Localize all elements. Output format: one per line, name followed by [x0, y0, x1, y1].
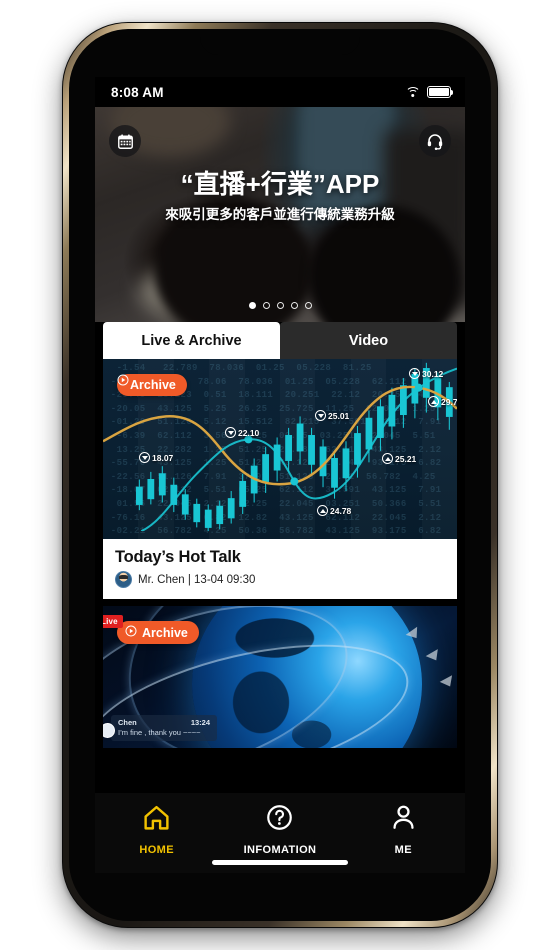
live-badge: Live — [103, 615, 123, 628]
nav-label: INFOMATION — [243, 844, 317, 856]
chart-point-marker — [290, 477, 299, 486]
chat-time: 13:24 — [190, 718, 210, 727]
archive-badge-label: Archive — [130, 378, 176, 392]
marker-up-icon — [382, 453, 393, 464]
nav-item-infomation[interactable]: INFOMATION — [218, 803, 341, 856]
carousel-dots[interactable] — [95, 302, 465, 309]
chart-annotation-label: 25.01 — [328, 410, 350, 421]
tab-label: Live & Archive — [141, 332, 242, 349]
carousel-dot-5[interactable] — [304, 302, 312, 309]
hero-subtitle: 來吸引更多的客戶並進行傳統業務升級 — [165, 207, 395, 223]
marker-down-icon — [225, 427, 236, 438]
chart-annotation: 30.12 — [409, 368, 443, 379]
hero-title: “直播+行業”APP — [180, 169, 380, 199]
chart-annotation: 25.21 — [382, 453, 416, 464]
card-meta-text: Mr. Chen | 13-04 09:30 — [138, 573, 256, 586]
carousel-dot-3[interactable] — [276, 302, 284, 309]
nav-label: ME — [394, 844, 412, 856]
archive-badge-label: Archive — [142, 625, 188, 640]
chat-message: I’m fine , thank you ~~~~ — [118, 728, 201, 737]
status-indicators — [405, 86, 454, 98]
card-meta: Mr. Chen | 13-04 09:30 — [115, 571, 445, 588]
card-footer: Today’s Hot Talk Mr. Chen | 13-04 09:30 — [103, 539, 457, 599]
home-indicator[interactable] — [212, 860, 348, 865]
archive-badge[interactable]: Archive — [117, 621, 199, 644]
calendar-icon[interactable] — [109, 125, 141, 157]
list-item[interactable]: -1.54 22.789 78.036 01.25 05.228 81.25 -… — [103, 359, 457, 599]
chart-annotation-label: 24.78 — [330, 505, 352, 516]
carousel-dot-2[interactable] — [262, 302, 270, 309]
list-item[interactable]: Live Archive Chen 13:24 I’m fine , thank… — [103, 606, 457, 748]
status-time: 8:08 AM — [111, 84, 164, 100]
marker-down-icon — [139, 452, 150, 463]
marker-down-icon — [315, 410, 326, 421]
person-icon — [389, 803, 418, 837]
marker-up-icon — [317, 505, 328, 516]
hero-copy: “直播+行業”APP 來吸引更多的客戶並進行傳統業務升級 — [95, 170, 465, 223]
tab-label: Video — [348, 332, 389, 349]
arrow-particle-icon — [439, 675, 457, 690]
chat-avatar — [103, 723, 115, 738]
headset-icon[interactable] — [419, 125, 451, 157]
carousel-dot-1[interactable] — [248, 302, 256, 309]
chart-annotation-label: 29.79 — [441, 396, 457, 407]
marker-up-icon — [428, 396, 439, 407]
chart-annotation-label: 25.21 — [395, 453, 417, 464]
chart-annotation: 22.10 — [225, 427, 259, 438]
chat-name: Chen — [118, 718, 137, 727]
nav-label: HOME — [139, 844, 174, 856]
stock-chart-thumbnail: -1.54 22.789 78.036 01.25 05.228 81.25 -… — [103, 359, 457, 539]
chart-point-marker — [414, 383, 423, 392]
tab-video[interactable]: Video — [280, 322, 457, 359]
home-icon — [142, 803, 171, 837]
chart-annotation-label: 18.07 — [152, 452, 174, 463]
tab-bar: Live & Archive Video — [95, 322, 465, 359]
tab-live-and-archive[interactable]: Live & Archive — [103, 322, 280, 359]
content-list[interactable]: -1.54 22.789 78.036 01.25 05.228 81.25 -… — [95, 359, 465, 793]
nav-item-home[interactable]: HOME — [95, 803, 218, 856]
screenshot-stage: 8:08 AM “直播+行業”APP 來吸引更多的客戶並進行傳統業務升級 Liv… — [0, 0, 560, 950]
archive-badge[interactable]: Archive — [117, 374, 187, 396]
globe-thumbnail: Live Archive Chen 13:24 I’m fine , thank… — [103, 606, 457, 748]
chart-annotation: 25.01 — [315, 410, 349, 421]
card-title: Today’s Hot Talk — [115, 548, 241, 566]
avatar — [115, 571, 132, 588]
nav-item-me[interactable]: ME — [342, 803, 465, 856]
status-bar: 8:08 AM — [95, 77, 465, 107]
battery-full-icon — [427, 86, 454, 98]
play-circle-icon — [125, 625, 137, 640]
live-badge-label: Live — [103, 617, 118, 626]
chart-annotation-label: 30.12 — [422, 368, 444, 379]
arrow-particle-icon — [425, 649, 443, 664]
phone-screen: 8:08 AM “直播+行業”APP 來吸引更多的客戶並進行傳統業務升級 Liv… — [95, 77, 465, 873]
hero-carousel[interactable]: “直播+行業”APP 來吸引更多的客戶並進行傳統業務升級 — [95, 107, 465, 322]
chat-overlay: Chen 13:24 I’m fine , thank you ~~~~ — [103, 715, 217, 741]
chat-header: Chen 13:24 — [118, 718, 210, 727]
question-circle-icon — [265, 803, 294, 837]
chart-annotation: 24.78 — [317, 505, 351, 516]
phone-notch — [200, 29, 360, 55]
wifi-icon — [405, 86, 420, 98]
marker-down-icon — [409, 368, 420, 379]
chart-annotation-label: 22.10 — [238, 427, 260, 438]
carousel-dot-4[interactable] — [290, 302, 298, 309]
chart-annotation: 29.79 — [428, 396, 457, 407]
chart-annotation: 18.07 — [139, 452, 173, 463]
